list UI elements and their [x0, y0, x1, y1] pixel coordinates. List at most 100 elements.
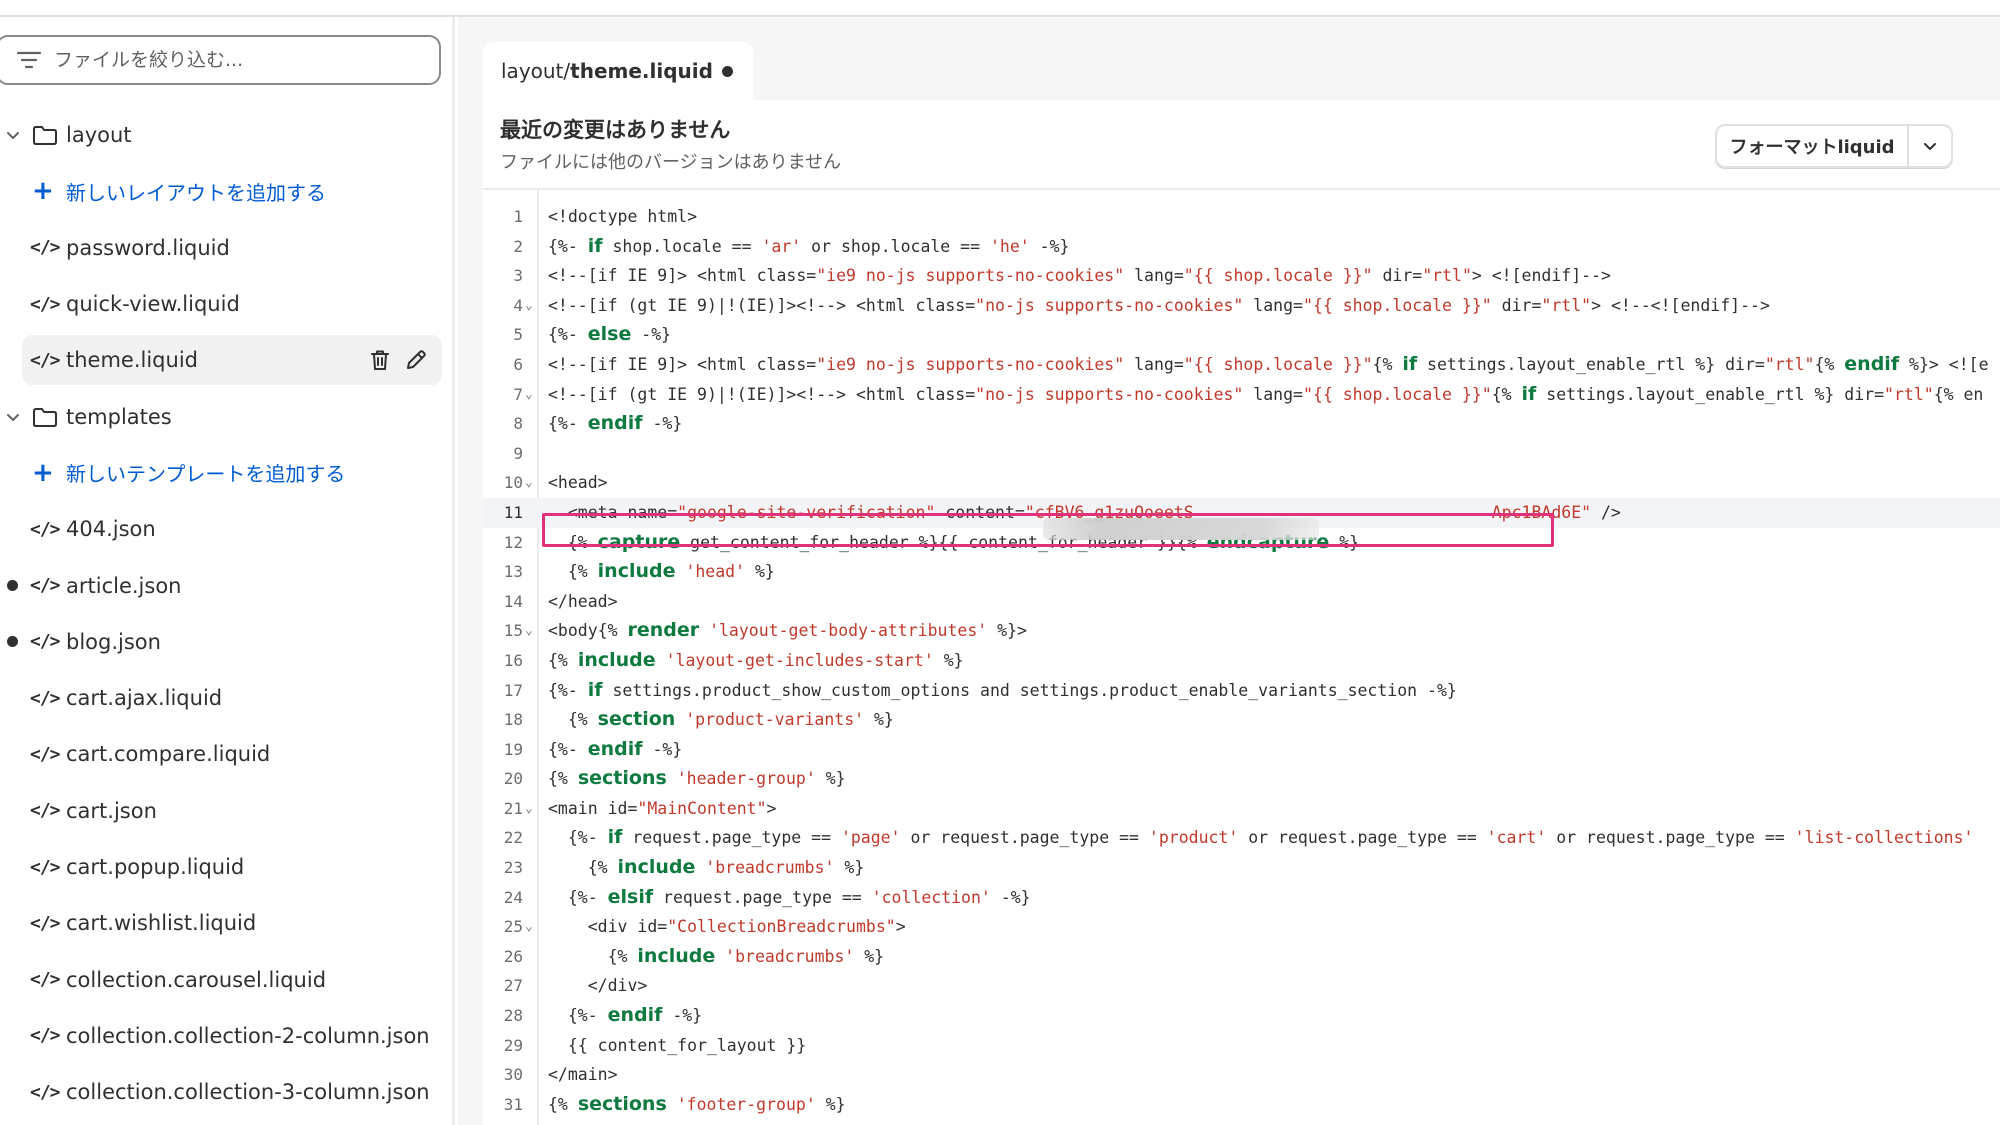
- line-number: 23: [503, 858, 523, 878]
- fold-chevron-icon[interactable]: ⌄: [525, 912, 533, 942]
- file-item[interactable]: </> collection.carousel.liquid: [0, 951, 452, 1007]
- line-number: 2: [513, 236, 523, 256]
- code-line[interactable]: 24 {%- elsif request.page_type == 'colle…: [483, 883, 2000, 913]
- code-line[interactable]: 25 ⌄ <div id="CollectionBreadcrumbs">: [483, 912, 2000, 942]
- editor-main: layout/theme.liquid 最近の変更はありません ファイルには他の…: [458, 17, 2000, 1125]
- file-item[interactable]: </> password.liquid: [0, 220, 452, 276]
- code-line[interactable]: 26 {% include 'breadcrumbs' %}: [483, 942, 2000, 972]
- code-line[interactable]: 16 {% include 'layout-get-includes-start'…: [483, 646, 2000, 676]
- code-line[interactable]: 22 {%- if request.page_type == 'page' or…: [483, 823, 2000, 853]
- line-number: 16: [503, 650, 523, 670]
- file-label: cart.wishlist.liquid: [66, 911, 257, 936]
- file-item[interactable]: </> cart.ajax.liquid: [0, 670, 452, 726]
- code-line[interactable]: 5 {%- else -%}: [483, 320, 2000, 350]
- line-number: 17: [503, 680, 523, 700]
- code-line[interactable]: 7 ⌄ <!--[if (gt IE 9)|!(IE)]><!--> <html c…: [483, 380, 2000, 410]
- code-file-icon: </>: [30, 1025, 60, 1047]
- format-dropdown-button[interactable]: [1909, 126, 1951, 166]
- format-button-group: フォーマットliquid: [1715, 124, 1953, 168]
- fold-chevron-icon[interactable]: ⌄: [525, 794, 533, 824]
- fold-chevron-icon[interactable]: ⌄: [525, 291, 533, 321]
- line-number: 20: [503, 769, 523, 789]
- code-file-icon: </>: [30, 1081, 60, 1103]
- code-line[interactable]: 20 {% sections 'header-group' %}: [483, 764, 2000, 794]
- code-line[interactable]: 18 {% section 'product-variants' %}: [483, 705, 2000, 735]
- file-item[interactable]: </> collection.collection-3-column.json: [0, 1064, 452, 1120]
- code-text: {%- if request.page_type == 'page' or re…: [548, 826, 1974, 849]
- format-liquid-button[interactable]: フォーマットliquid: [1717, 126, 1909, 166]
- code-line[interactable]: 23 {% include 'breadcrumbs' %}: [483, 853, 2000, 883]
- file-item[interactable]: </> collection.collection-2-column.json: [0, 1008, 452, 1064]
- version-title: 最近の変更はありません: [500, 118, 731, 142]
- fold-chevron-icon[interactable]: ⌄: [525, 468, 533, 498]
- file-filter[interactable]: [0, 35, 441, 85]
- line-number: 13: [503, 562, 523, 582]
- file-item[interactable]: </> 404.json: [0, 501, 452, 557]
- code-file-icon: </>: [30, 575, 60, 597]
- code-line[interactable]: 10 ⌄ <head>: [483, 468, 2000, 498]
- code-file-icon: </>: [30, 856, 60, 878]
- line-number: 15: [503, 621, 523, 641]
- code-line[interactable]: 28 {%- endif -%}: [483, 1001, 2000, 1031]
- code-line[interactable]: 1 <!doctype html>: [483, 202, 2000, 232]
- code-text: <!doctype html>: [548, 207, 698, 226]
- line-number: 31: [503, 1094, 523, 1114]
- code-file-icon: </>: [30, 687, 60, 709]
- fold-chevron-icon[interactable]: ⌄: [525, 616, 533, 646]
- code-line[interactable]: 29 {{ content_for_layout }}: [483, 1031, 2000, 1061]
- code-line[interactable]: 13 {% include 'head' %}: [483, 557, 2000, 587]
- code-text: {% include 'head' %}: [548, 560, 775, 583]
- file-item[interactable]: </> cart.popup.liquid: [0, 839, 452, 895]
- file-item[interactable]: </> blog.json: [0, 614, 452, 670]
- pencil-icon[interactable]: [404, 348, 428, 372]
- code-line[interactable]: 3 <!--[if IE 9]> <html class="ie9 no-js s…: [483, 261, 2000, 291]
- code-line[interactable]: 6 <!--[if IE 9]> <html class="ie9 no-js s…: [483, 350, 2000, 380]
- line-number: 12: [503, 532, 523, 552]
- code-line[interactable]: 8 {%- endif -%}: [483, 409, 2000, 439]
- filter-icon: [16, 51, 42, 69]
- code-text: <main id="MainContent">: [548, 798, 777, 818]
- folder-templates[interactable]: templates: [0, 388, 452, 444]
- code-line[interactable]: 27 </div>: [483, 971, 2000, 1001]
- modified-dot: [7, 636, 18, 648]
- code-text: <div id="CollectionBreadcrumbs">: [548, 917, 906, 937]
- code-line[interactable]: 19 {%- endif -%}: [483, 735, 2000, 765]
- add-file-link[interactable]: + 新しいテンプレートを追加する: [0, 445, 452, 501]
- trash-icon[interactable]: [368, 348, 392, 372]
- code-line[interactable]: 31 {% sections 'footer-group' %}: [483, 1090, 2000, 1120]
- file-item[interactable]: </> article.json: [0, 557, 452, 613]
- file-item[interactable]: </> quick-view.liquid: [0, 276, 452, 332]
- code-lines: 1 <!doctype html> 2 {%- if shop.locale == '…: [483, 202, 2000, 1125]
- fold-chevron-icon[interactable]: ⌄: [525, 380, 533, 410]
- code-line[interactable]: 14 </head>: [483, 587, 2000, 617]
- editor-tab-theme-liquid[interactable]: layout/theme.liquid: [483, 42, 753, 100]
- code-line[interactable]: 15 ⌄ <body{% render 'layout-get-body-attri…: [483, 616, 2000, 646]
- code-line[interactable]: 9: [483, 439, 2000, 469]
- code-text: <!--[if IE 9]> <html class="ie9 no-js su…: [548, 266, 1611, 286]
- file-item[interactable]: </> cart.compare.liquid: [0, 726, 452, 782]
- folder-layout[interactable]: layout: [0, 107, 452, 163]
- file-item[interactable]: </> theme.liquid: [0, 332, 452, 388]
- line-number: 3: [513, 266, 523, 286]
- code-text: <!--[if IE 9]> <html class="ie9 no-js su…: [548, 352, 1989, 375]
- file-filter-input[interactable]: [54, 49, 414, 71]
- code-line[interactable]: 4 ⌄ <!--[if (gt IE 9)|!(IE)]><!--> <html c…: [483, 291, 2000, 321]
- code-editor[interactable]: 1 <!doctype html> 2 {%- if shop.locale == '…: [483, 190, 2000, 1125]
- line-number: 24: [503, 887, 523, 907]
- line-number: 5: [513, 325, 523, 345]
- code-text: {%- endif -%}: [548, 412, 683, 435]
- code-text: {%- elsif request.page_type == 'collecti…: [548, 885, 1031, 908]
- add-file-link[interactable]: + 新しいレイアウトを追加する: [0, 163, 452, 219]
- tab-path: layout/: [501, 59, 571, 83]
- code-line[interactable]: 21 ⌄ <main id="MainContent">: [483, 794, 2000, 824]
- file-label: blog.json: [66, 629, 161, 654]
- line-number: 18: [503, 710, 523, 730]
- file-item[interactable]: </> cart.wishlist.liquid: [0, 895, 452, 951]
- line-number: 26: [503, 946, 523, 966]
- code-line[interactable]: 30 </main>: [483, 1060, 2000, 1090]
- code-line[interactable]: 32 {% include 'popups' %}: [483, 1119, 2000, 1125]
- file-item[interactable]: </> cart.json: [0, 783, 452, 839]
- code-line[interactable]: 2 {%- if shop.locale == 'ar' or shop.loca…: [483, 232, 2000, 262]
- file-label: 404.json: [66, 517, 156, 542]
- code-line[interactable]: 17 {%- if settings.product_show_custom_op…: [483, 676, 2000, 706]
